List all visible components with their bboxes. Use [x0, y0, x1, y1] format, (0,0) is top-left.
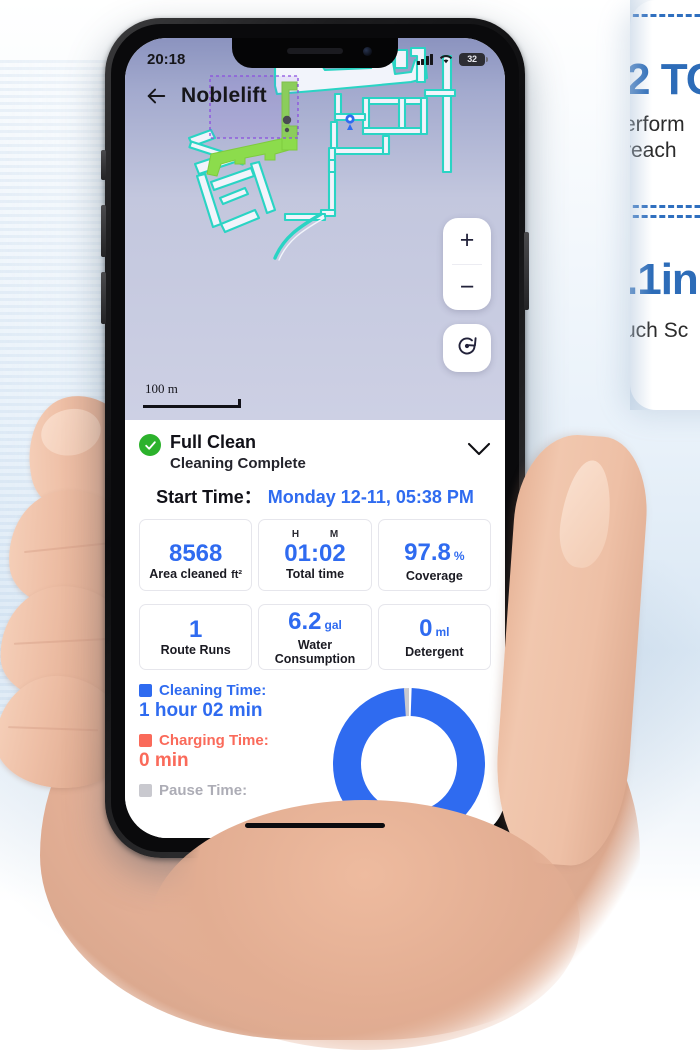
- legend-label-charging: Charging Time:: [159, 732, 269, 749]
- stat-value-5: 0 ml: [419, 614, 450, 645]
- back-arrow-icon[interactable]: [145, 85, 167, 107]
- phone-notch: [232, 38, 398, 68]
- stat-card-coverage[interactable]: 97.8% Coverage: [377, 519, 491, 591]
- legend-item-pause-time: Pause Time:: [139, 782, 331, 799]
- clean-status-subtitle: Cleaning Complete: [170, 455, 306, 472]
- battery-level-label: 32: [467, 54, 477, 64]
- legend-swatch-charging: [139, 734, 152, 747]
- recenter-icon: [455, 334, 479, 363]
- app-bar: Noblelift: [125, 76, 505, 116]
- clean-mode-title: Full Clean: [170, 432, 257, 452]
- stat-label-4: Water Consumption: [274, 637, 356, 666]
- home-indicator[interactable]: [245, 823, 385, 828]
- stat-unit-0: ft²: [231, 568, 243, 581]
- stats-row-1: 8568 Area cleaned ft² H M 01:02 Total tim…: [139, 519, 491, 591]
- stat-card-route-runs[interactable]: 1 Route Runs: [139, 604, 253, 670]
- map-view[interactable]: Noblelift + − 100 m: [125, 38, 505, 420]
- legend-item-cleaning-time: Cleaning Time:: [139, 682, 331, 699]
- legend-label-pause: Pause Time:: [159, 782, 248, 799]
- time-donut-chart-wrap: [331, 682, 491, 838]
- phone-mute-switch[interactable]: [101, 150, 106, 180]
- stat-label-0: Area cleaned ft²: [149, 567, 242, 582]
- legend-label-cleaning: Cleaning Time:: [159, 682, 267, 699]
- start-time-label: Start Time：: [156, 487, 262, 507]
- legend-swatch-pause: [139, 784, 152, 797]
- stat-label-3: Route Runs: [160, 643, 231, 657]
- wifi-icon: [438, 51, 454, 68]
- phone-power-button[interactable]: [524, 232, 529, 310]
- phone-volume-up-button[interactable]: [101, 205, 106, 257]
- check-circle-icon: [139, 434, 161, 456]
- cellular-signal-icon: [416, 53, 433, 65]
- chevron-down-icon[interactable]: [467, 442, 491, 461]
- stat-value-0: 8568: [168, 539, 223, 567]
- stat-number-4: 6.2: [288, 607, 322, 635]
- stat-label-5: Detergent: [405, 644, 464, 659]
- zoom-out-button[interactable]: −: [443, 265, 491, 311]
- stat-value-2: 97.8%: [404, 538, 465, 569]
- time-breakdown-section: Cleaning Time: 1 hour 02 min Charging Ti…: [139, 682, 491, 838]
- time-legend: Cleaning Time: 1 hour 02 min Charging Ti…: [139, 682, 331, 799]
- page-title: Noblelift: [181, 84, 267, 107]
- stat-unit-2: %: [453, 548, 465, 563]
- legend-swatch-cleaning: [139, 684, 152, 697]
- stat-value-4: 6.2 gal: [288, 607, 342, 638]
- stat-card-detergent[interactable]: 0 ml Detergent: [377, 604, 491, 670]
- stats-row-2: 1 Route Runs 6.2 gal Water Consumption 0m…: [139, 601, 491, 670]
- stat-label-1: Total time: [285, 567, 345, 581]
- earpiece-speaker: [287, 48, 343, 54]
- legend-value-charging: 0 min: [139, 750, 189, 771]
- stat-card-water-consumption[interactable]: 6.2 gal Water Consumption: [258, 604, 372, 670]
- map-scale-bar: 100 m: [143, 381, 241, 408]
- stat-label-2: Coverage: [405, 568, 463, 583]
- stat-number-2: 97.8: [404, 538, 451, 566]
- front-camera: [363, 47, 372, 56]
- start-time-value: Monday 12-11, 05:38 PM: [267, 487, 474, 507]
- time-donut-chart: [333, 688, 485, 838]
- clean-status-texts: Full Clean Cleaning Complete: [170, 432, 458, 473]
- map-scale-line: [143, 399, 241, 408]
- stat-value-1: 01:02: [284, 540, 346, 567]
- stat-label-text-0: Area cleaned: [149, 566, 228, 581]
- recenter-button[interactable]: [443, 324, 491, 372]
- map-zoom-controls: + −: [443, 218, 491, 310]
- stat-number-5: 0: [419, 614, 433, 642]
- stat-card-area-cleaned[interactable]: 8568 Area cleaned ft²: [139, 519, 253, 591]
- legend-value-cleaning: 1 hour 02 min: [139, 700, 263, 721]
- status-bar-indicators: 32: [416, 51, 488, 68]
- zoom-in-button[interactable]: +: [443, 218, 491, 264]
- stat-value-3: 1: [188, 616, 203, 643]
- background-card-edge-shadow: [630, 0, 652, 410]
- stat-card-total-time[interactable]: H M 01:02 Total time: [258, 519, 372, 591]
- legend-item-charging-time: Charging Time:: [139, 732, 331, 749]
- status-bar-time: 20:18: [147, 50, 186, 68]
- stat-unit-4: gal: [324, 617, 342, 632]
- phone-volume-down-button[interactable]: [101, 272, 106, 324]
- report-panel: Full Clean Cleaning Complete Start Time：…: [125, 420, 505, 838]
- map-scale-label: 100 m: [145, 381, 178, 396]
- phone-screen: Noblelift + − 100 m Full Clean Cleaning …: [125, 38, 505, 838]
- start-time-row: Start Time： Monday 12-11, 05:38 PM: [139, 483, 491, 509]
- battery-icon: 32: [459, 52, 488, 66]
- stat-unit-5: ml: [435, 624, 450, 639]
- clean-status-row[interactable]: Full Clean Cleaning Complete: [139, 432, 491, 473]
